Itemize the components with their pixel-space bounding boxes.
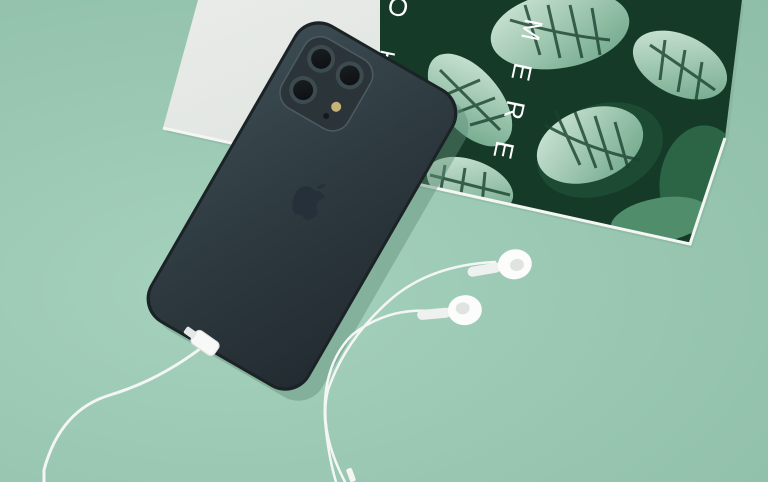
earbud-icon [417, 295, 482, 326]
earphone-wire-right [323, 309, 442, 482]
earbud-icon [467, 249, 532, 280]
earphone-wire-left [324, 260, 497, 482]
photo-scene: O T M E R E [0, 0, 768, 482]
lightning-connector [183, 326, 220, 357]
lightning-cable [42, 343, 207, 482]
earphones [42, 249, 532, 482]
